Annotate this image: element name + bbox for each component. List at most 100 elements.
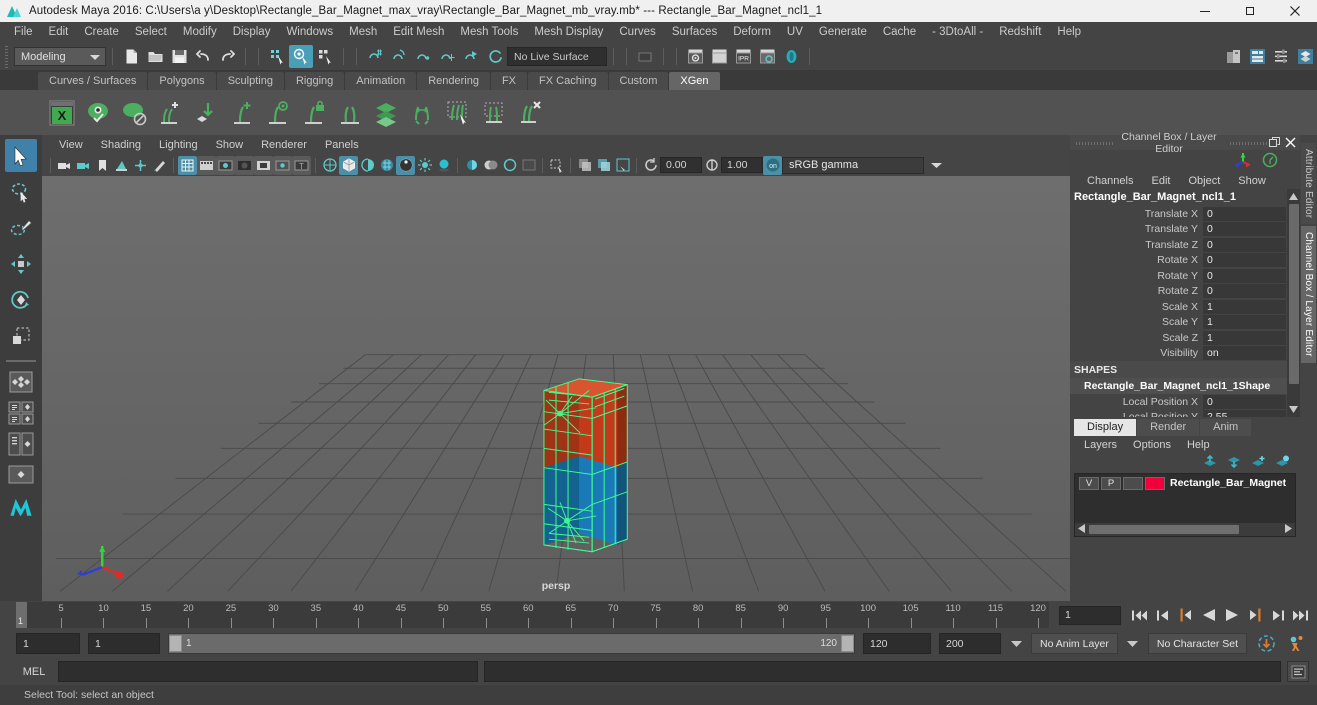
menu-display[interactable]: Display	[225, 22, 279, 43]
open-scene-button[interactable]	[143, 45, 167, 68]
viewport-menu-panels[interactable]: Panels	[316, 139, 368, 151]
auto-keyframe-toggle-icon[interactable]	[1255, 633, 1277, 655]
exposure-value-field[interactable]: 0.00	[660, 157, 702, 173]
shelf-tab-curves-surfaces[interactable]: Curves / Surfaces	[38, 72, 148, 90]
manipulator-axis-icon[interactable]	[1234, 151, 1254, 171]
channel-value[interactable]: 1	[1203, 330, 1286, 345]
range-end-handle[interactable]	[841, 635, 854, 652]
menu-mesh-tools[interactable]: Mesh Tools	[452, 22, 526, 43]
layer-shading-toggle[interactable]	[1123, 476, 1143, 490]
color-management-toggle-icon[interactable]: on	[763, 155, 782, 175]
channel-value[interactable]: 0	[1203, 206, 1286, 221]
channel-value[interactable]: 0	[1203, 284, 1286, 299]
grid-toggle-icon[interactable]	[178, 155, 197, 175]
layer-menu-options[interactable]: Options	[1125, 439, 1179, 451]
vtab-channel-box-layer-editor[interactable]: Channel Box / Layer Editor	[1301, 226, 1316, 364]
animation-preferences-icon[interactable]	[1285, 633, 1307, 655]
command-input-field[interactable]	[58, 661, 478, 682]
current-time-indicator[interactable]: 1	[16, 602, 27, 628]
menu-curves[interactable]: Curves	[611, 22, 663, 43]
multisample-aa-icon[interactable]	[481, 156, 500, 175]
speed-gauge-icon[interactable]	[1262, 152, 1278, 171]
shelf-tab-rendering[interactable]: Rendering	[417, 72, 490, 90]
lasso-select-tool-button[interactable]	[5, 175, 37, 208]
channel-row-translate-x[interactable]: Translate X 0	[1070, 206, 1300, 222]
channel-row-rotate-z[interactable]: Rotate Z 0	[1070, 284, 1300, 300]
go-to-end-button[interactable]	[1290, 605, 1311, 625]
panel-grip[interactable]	[1230, 139, 1268, 146]
move-layer-down-icon[interactable]	[1227, 455, 1242, 471]
xgen-lock-icon[interactable]	[297, 96, 331, 130]
shadows-icon[interactable]	[415, 156, 434, 175]
tool-settings-toggle-button[interactable]	[1269, 45, 1293, 68]
perspective-viewport[interactable]: persp	[42, 176, 1070, 601]
shelf-tab-xgen[interactable]: XGen	[669, 72, 720, 90]
live-surface-field[interactable]: No Live Surface	[507, 47, 607, 66]
channel-row-local-position-x[interactable]: Local Position X 0	[1070, 394, 1300, 410]
range-start-time-field[interactable]: 1	[88, 633, 160, 654]
snap-to-curve-button[interactable]	[387, 45, 411, 68]
channel-row-scale-y[interactable]: Scale Y 1	[1070, 315, 1300, 331]
character-set-combo[interactable]: No Character Set	[1147, 633, 1247, 654]
select-by-hierarchy-button[interactable]	[265, 45, 289, 68]
tab-render-layers[interactable]: Render	[1137, 419, 1200, 436]
channel-row-scale-z[interactable]: Scale Z 1	[1070, 330, 1300, 346]
channel-value[interactable]: 0	[1203, 253, 1286, 268]
menu-generate[interactable]: Generate	[811, 22, 875, 43]
snap-to-grid-button[interactable]	[363, 45, 387, 68]
anim-layer-dropdown-arrow[interactable]	[1009, 633, 1023, 654]
step-back-button[interactable]	[1152, 605, 1173, 625]
go-to-start-button[interactable]	[1129, 605, 1150, 625]
menu-help[interactable]: Help	[1049, 22, 1089, 43]
menu-mesh-display[interactable]: Mesh Display	[526, 22, 611, 43]
color-space-field[interactable]: sRGB gamma	[782, 156, 924, 174]
shelf-tab-sculpting[interactable]: Sculpting	[216, 72, 284, 90]
time-slider[interactable]: 1 5 10 15 20 25 30 35 40 45 50 55 60 65 70 75 80 85 90 95 1…	[16, 602, 1049, 628]
xray-mode-icon[interactable]	[575, 156, 594, 175]
xgen-region-icon[interactable]	[477, 96, 511, 130]
shelf-tab-custom[interactable]: Custom	[608, 72, 669, 90]
menu-file[interactable]: File	[6, 22, 41, 43]
input-output-toggle-button[interactable]	[633, 45, 657, 68]
xgen-add-icon[interactable]	[225, 96, 259, 130]
vtab-attribute-editor[interactable]: Attribute Editor	[1301, 143, 1316, 225]
xgen-mirror-guides-icon[interactable]	[405, 96, 439, 130]
xray-joints-icon[interactable]	[594, 156, 613, 175]
new-scene-button[interactable]	[119, 45, 143, 68]
play-forwards-button[interactable]	[1221, 605, 1242, 625]
smooth-shading-icon[interactable]	[339, 155, 358, 175]
scale-tool-button[interactable]	[5, 319, 37, 352]
film-gate-mask-icon[interactable]	[254, 155, 273, 175]
channel-value[interactable]: 0	[1203, 237, 1286, 252]
tab-anim-layers[interactable]: Anim	[1200, 419, 1252, 436]
hypershade-button[interactable]	[779, 45, 803, 68]
channel-row-translate-y[interactable]: Translate Y 0	[1070, 222, 1300, 238]
menu-redshift[interactable]: Redshift	[991, 22, 1049, 43]
channel-value[interactable]: 1	[1203, 315, 1286, 330]
step-forward-button[interactable]	[1267, 605, 1288, 625]
attribute-editor-toggle-button[interactable]	[1245, 45, 1269, 68]
text-overlay-icon[interactable]: T	[292, 155, 311, 175]
texture-toggle-icon[interactable]	[377, 156, 396, 175]
channel-box-toggle-button[interactable]	[1293, 45, 1317, 68]
channel-box-scroll-area[interactable]: Rectangle_Bar_Magnet_ncl1_1 Translate X …	[1070, 189, 1300, 417]
channel-row-visibility[interactable]: Visibility on	[1070, 346, 1300, 362]
animation-end-time-field[interactable]: 200	[939, 633, 1001, 654]
scrollbar-thumb[interactable]	[1289, 204, 1299, 384]
undock-panel-icon[interactable]	[1268, 136, 1281, 149]
layer-color-swatch[interactable]	[1145, 476, 1165, 490]
xgen-delete-guides-icon[interactable]	[513, 96, 547, 130]
script-editor-icon[interactable]	[1287, 661, 1309, 682]
save-scene-button[interactable]	[167, 45, 191, 68]
next-key-button[interactable]	[1244, 605, 1265, 625]
xgen-editor-icon[interactable]: X	[45, 96, 79, 130]
channel-box-menu-object[interactable]: Object	[1179, 175, 1229, 187]
move-layer-up-icon[interactable]	[1203, 454, 1218, 471]
menu-modify[interactable]: Modify	[175, 22, 225, 43]
depth-of-field-icon[interactable]	[500, 156, 519, 175]
menuset-dropdown[interactable]: Modeling	[14, 47, 106, 66]
viewport-menu-shading[interactable]: Shading	[92, 139, 150, 151]
ipr-render-button[interactable]: IPR	[731, 45, 755, 68]
menu-create[interactable]: Create	[76, 22, 127, 43]
menu-uv[interactable]: UV	[779, 22, 811, 43]
